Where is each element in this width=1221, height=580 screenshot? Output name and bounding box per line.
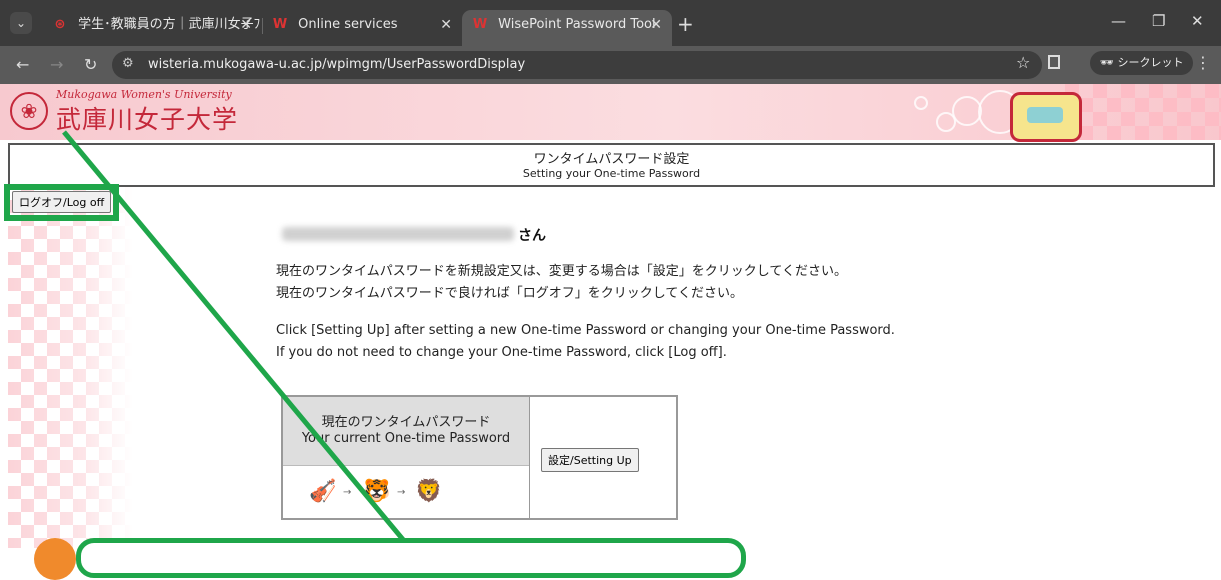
callout-box bbox=[76, 538, 746, 578]
step-badge bbox=[34, 538, 76, 580]
callout-arrow bbox=[62, 130, 412, 548]
